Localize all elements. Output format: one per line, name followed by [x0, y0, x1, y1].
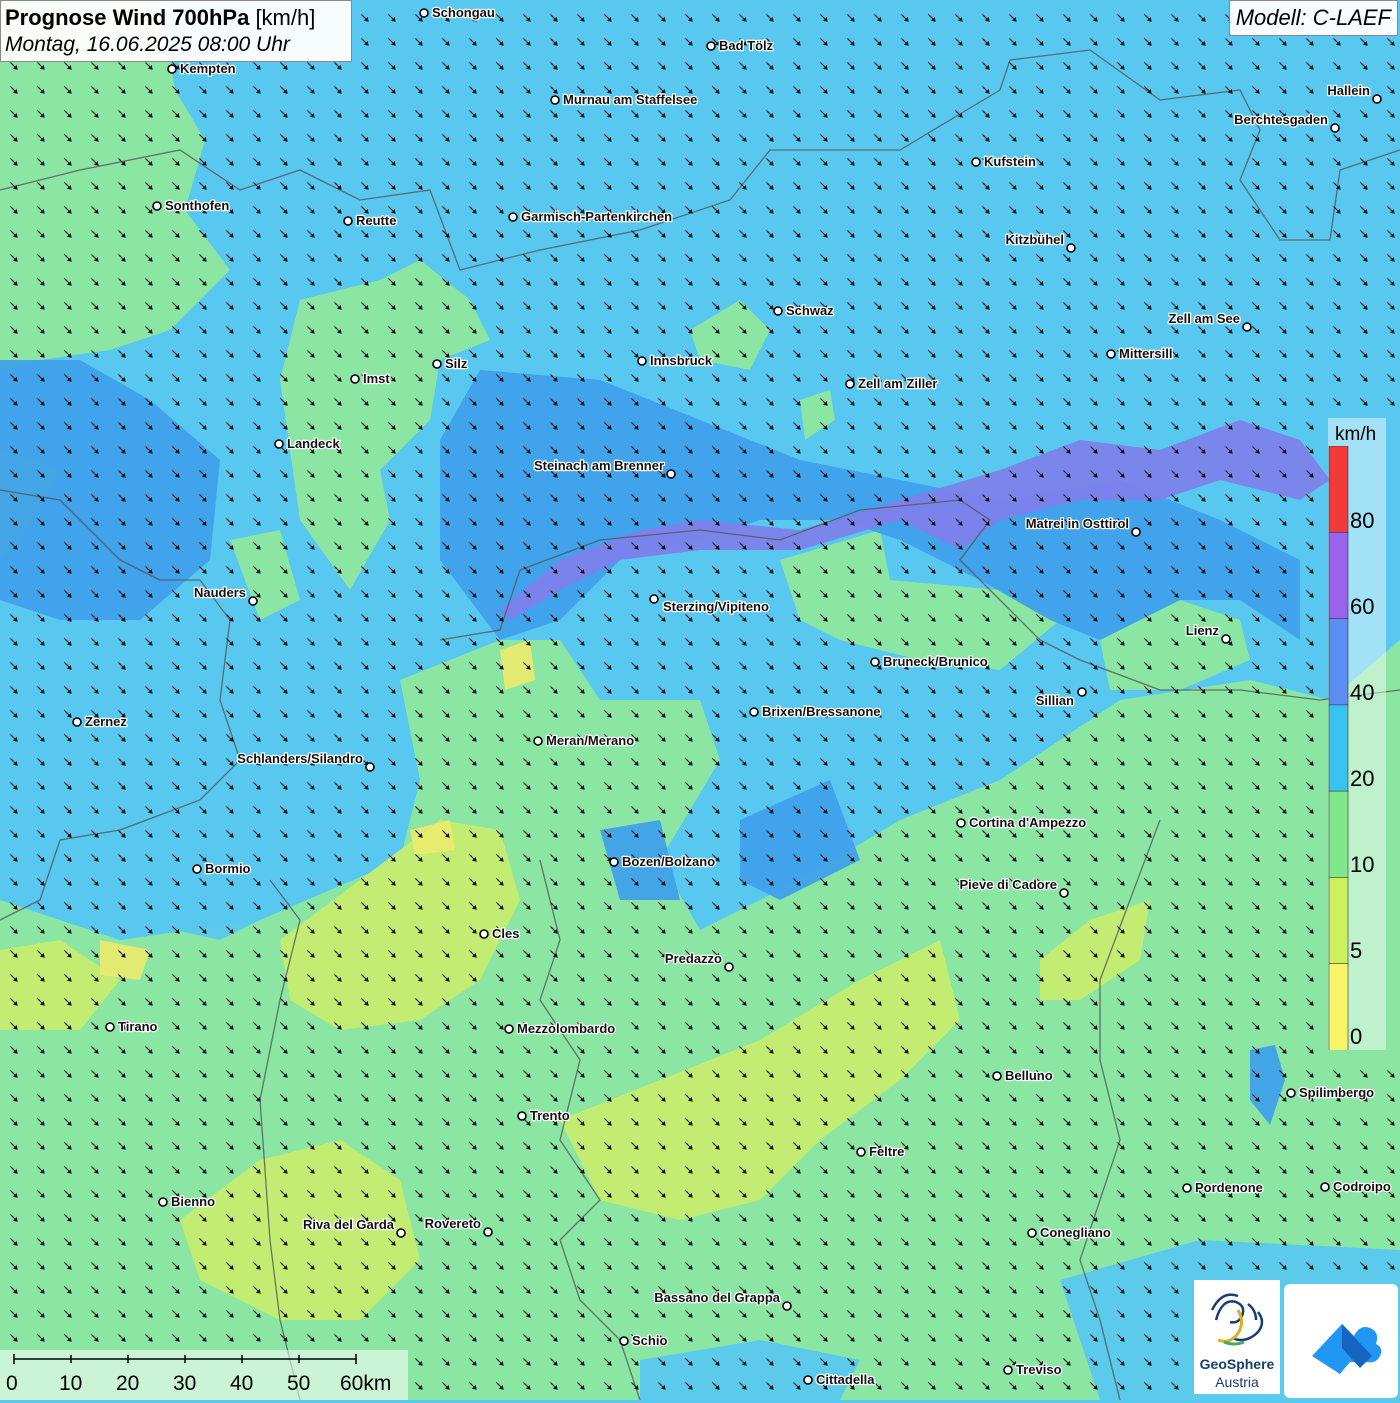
wind-map[interactable]: SchongauBad TölzKemptenMurnau am Staffel… [0, 0, 1400, 1400]
